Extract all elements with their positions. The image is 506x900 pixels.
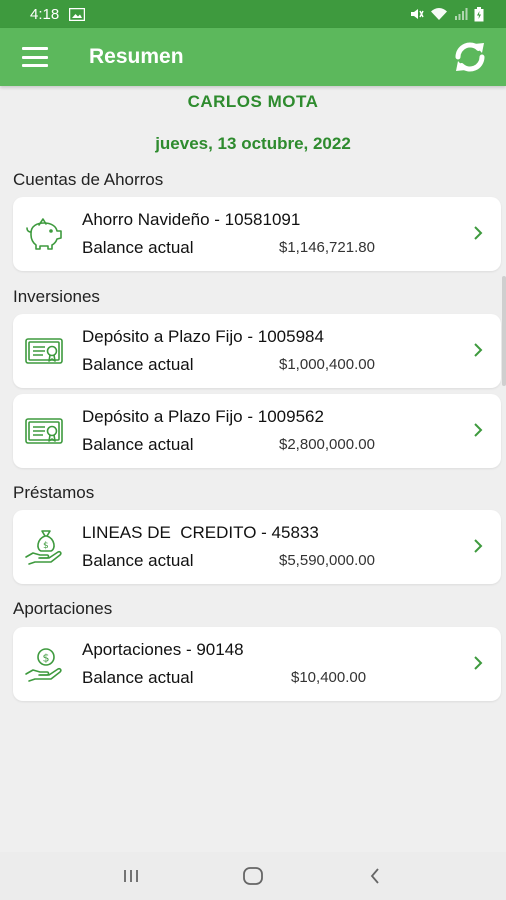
card-balance-value: $1,000,400.00: [279, 356, 375, 373]
home-button[interactable]: [233, 856, 273, 896]
status-bar: 4:18: [0, 0, 506, 28]
gallery-notification-icon: [69, 7, 86, 21]
coin-hand-icon: $: [25, 648, 62, 682]
card-balance-label: Balance actual: [82, 435, 194, 454]
current-date: jueves, 13 octubre, 2022: [155, 134, 351, 153]
svg-text:$: $: [43, 652, 50, 665]
menu-icon-bar: [22, 55, 48, 59]
chevron-right-icon: [474, 423, 483, 437]
signal-icon: [455, 8, 468, 20]
mute-icon: [411, 9, 424, 19]
recent-apps-button[interactable]: [111, 856, 151, 896]
card-balance-value: $10,400.00: [291, 669, 367, 686]
wifi-icon: [431, 7, 447, 20]
card-title: Ahorro Navideño - 10581091: [82, 210, 301, 229]
app-bar: Resumen: [0, 28, 506, 86]
menu-button[interactable]: [22, 47, 48, 67]
card-title: Aportaciones - 90148: [82, 640, 244, 659]
home-icon: [243, 867, 263, 885]
account-card-contribution[interactable]: $ Aportaciones - 90148 Balance actual $1…: [13, 627, 501, 701]
section-title-contributions: Aportaciones: [13, 599, 113, 618]
certificate-icon: [25, 338, 63, 364]
card-balance-label: Balance actual: [82, 238, 194, 257]
user-name: CARLOS MOTA: [187, 92, 319, 111]
certificate-icon: [25, 418, 63, 444]
card-title: Depósito a Plazo Fijo - 1009562: [82, 407, 324, 426]
refresh-button[interactable]: [448, 35, 492, 79]
menu-icon-bar: [22, 47, 48, 50]
account-card-loan[interactable]: $ LINEAS DE CREDITO - 45833 Balance actu…: [13, 510, 501, 584]
status-time: 4:18: [30, 5, 60, 23]
section-title-loans: Préstamos: [13, 483, 95, 502]
menu-icon-bar: [22, 64, 48, 67]
chevron-right-icon: [474, 343, 483, 357]
card-balance-value: $2,800,000.00: [279, 436, 375, 453]
card-title: Depósito a Plazo Fijo - 1005984: [82, 327, 324, 346]
account-card-investment[interactable]: Depósito a Plazo Fijo - 1005984 Balance …: [13, 314, 501, 388]
money-bag-hand-icon: $: [25, 530, 62, 565]
card-balance-label: Balance actual: [82, 668, 194, 687]
account-card-investment[interactable]: Depósito a Plazo Fijo - 1009562 Balance …: [13, 394, 501, 468]
section-title-investments: Inversiones: [13, 287, 100, 306]
card-title: LINEAS DE CREDITO - 45833: [82, 523, 319, 542]
chevron-right-icon: [474, 656, 483, 670]
back-button[interactable]: [355, 856, 395, 896]
account-card-savings[interactable]: Ahorro Navideño - 10581091 Balance actua…: [13, 197, 501, 271]
chevron-right-icon: [474, 539, 483, 553]
system-navigation-bar: [0, 852, 506, 900]
section-title-savings: Cuentas de Ahorros: [13, 170, 164, 189]
card-balance-value: $5,590,000.00: [279, 552, 375, 569]
card-balance-label: Balance actual: [82, 355, 194, 374]
app-title: Resumen: [89, 45, 184, 68]
refresh-icon: [455, 42, 485, 72]
card-balance-value: $1,146,721.80: [279, 239, 375, 256]
piggy-bank-icon: [26, 218, 62, 250]
svg-text:$: $: [43, 541, 49, 551]
battery-icon: [474, 6, 484, 21]
back-icon: [370, 868, 379, 884]
chevron-right-icon: [474, 226, 483, 240]
card-balance-label: Balance actual: [82, 551, 194, 570]
recent-apps-icon: [124, 870, 138, 882]
scrollbar-thumb[interactable]: [502, 276, 506, 386]
